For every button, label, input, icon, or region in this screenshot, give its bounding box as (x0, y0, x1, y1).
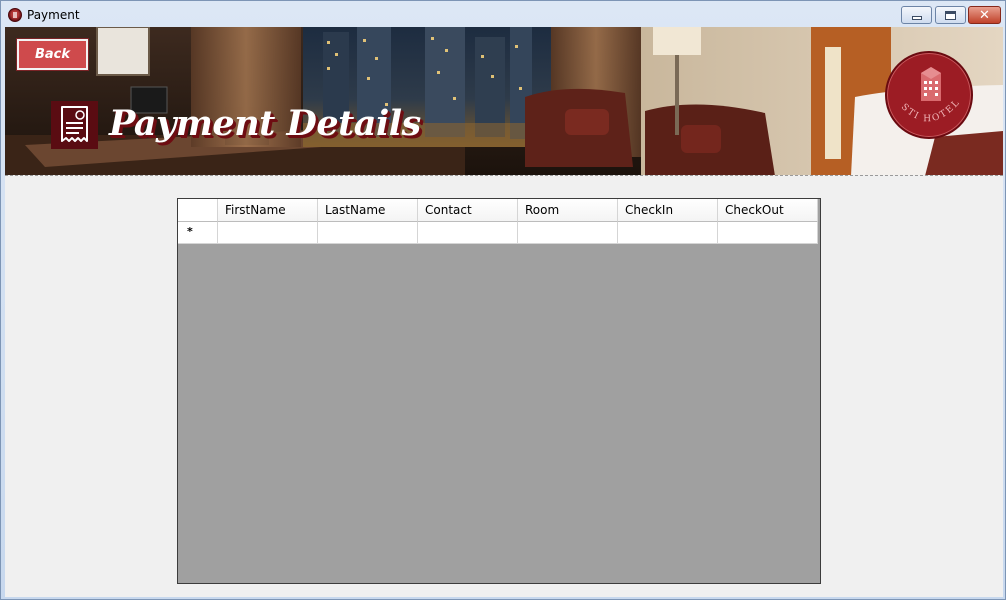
minimize-button[interactable] (901, 6, 932, 24)
close-button[interactable]: ✕ (968, 6, 1001, 24)
logo-text: STI HOTEL (899, 97, 961, 124)
window-title: Payment (27, 8, 80, 22)
maximize-button[interactable] (935, 6, 966, 24)
receipt-icon (51, 101, 98, 149)
grid-header: FirstName LastName Contact Room CheckIn … (178, 199, 818, 222)
column-header-checkin[interactable]: CheckIn (618, 199, 718, 222)
cell-lastname[interactable] (318, 222, 418, 244)
close-icon: ✕ (979, 7, 990, 23)
new-row[interactable]: * (178, 222, 818, 244)
column-header-checkout[interactable]: CheckOut (718, 199, 818, 222)
minimize-icon (911, 16, 922, 20)
cell-contact[interactable] (418, 222, 518, 244)
column-header-firstname[interactable]: FirstName (218, 199, 318, 222)
hotel-banner: Back Payment Details STI HOTEL (5, 27, 1003, 176)
column-header-contact[interactable]: Contact (418, 199, 518, 222)
payment-grid[interactable]: FirstName LastName Contact Room CheckIn … (177, 198, 821, 584)
cell-checkout[interactable] (718, 222, 818, 244)
cell-checkin[interactable] (618, 222, 718, 244)
new-row-marker[interactable]: * (178, 222, 218, 244)
svg-text:STI HOTEL: STI HOTEL (899, 97, 963, 124)
maximize-icon (945, 10, 956, 20)
column-header-lastname[interactable]: LastName (318, 199, 418, 222)
payment-window: Payment ✕ Back Payment Details STI HOTEL… (0, 0, 1006, 600)
cell-room[interactable] (518, 222, 618, 244)
cell-firstname[interactable] (218, 222, 318, 244)
client-area: Back Payment Details STI HOTEL FirstName… (5, 27, 1003, 597)
grid-corner-cell[interactable] (178, 199, 218, 222)
column-header-room[interactable]: Room (518, 199, 618, 222)
sti-hotel-logo: STI HOTEL (885, 51, 973, 139)
title-bar[interactable]: Payment ✕ (1, 1, 1005, 27)
back-button[interactable]: Back (16, 38, 89, 71)
page-title: Payment Details (109, 103, 421, 144)
hotel-room-photo (5, 27, 1003, 175)
app-icon (8, 8, 22, 22)
